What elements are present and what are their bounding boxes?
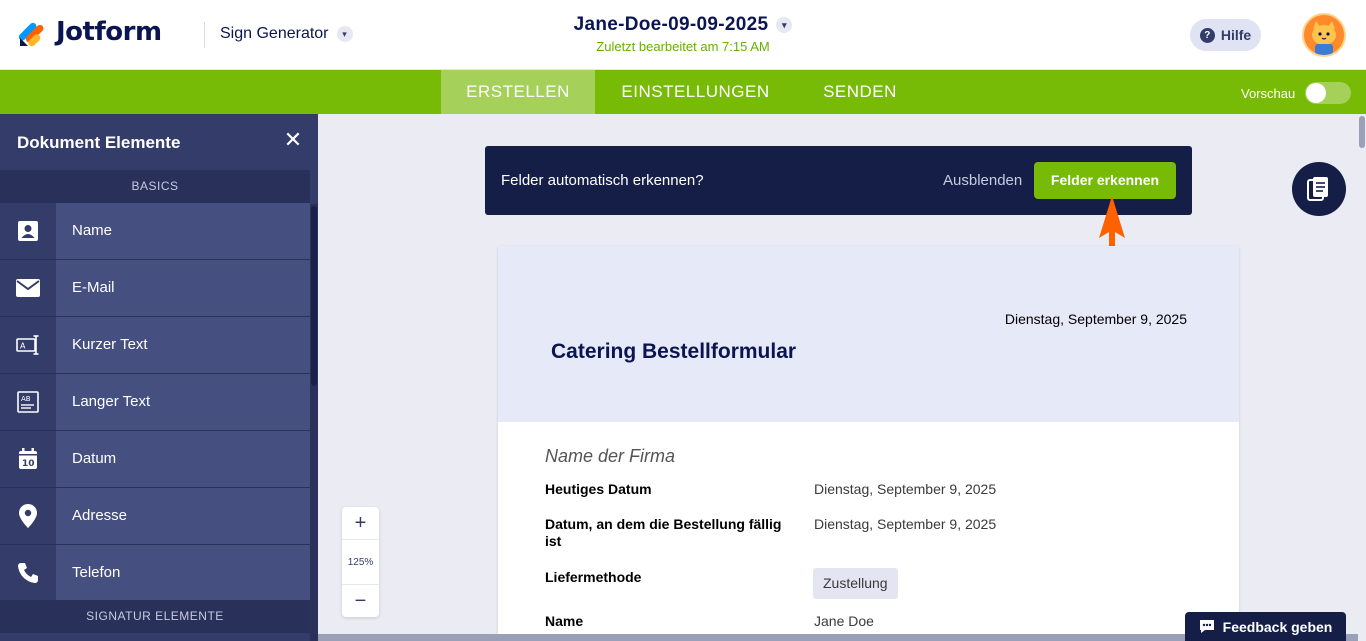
builder-tabs-bar: ERSTELLEN EINSTELLUNGEN SENDEN Vorschau: [0, 70, 1366, 114]
preview-label: Vorschau: [1241, 86, 1296, 101]
detect-fields-button[interactable]: Felder erkennen: [1034, 162, 1176, 199]
tab-einstellungen[interactable]: EINSTELLUNGEN: [605, 70, 786, 114]
svg-text:10: 10: [22, 459, 35, 469]
document-title-area: Jane-Doe-09-09-2025 ▾ Zuletzt bearbeitet…: [0, 14, 1366, 54]
sidebar-item-label: Langer Text: [56, 374, 310, 430]
chevron-down-icon[interactable]: ▾: [776, 17, 793, 33]
envelope-icon: [0, 260, 56, 316]
sidebar-item-date[interactable]: 10 Datum: [0, 431, 310, 488]
copy-icon: [1307, 177, 1328, 201]
main-scrollbar[interactable]: [1358, 114, 1366, 641]
sidebar-item-email[interactable]: E-Mail: [0, 260, 310, 317]
field-value[interactable]: Dienstag, September 9, 2025: [814, 481, 996, 497]
copy-document-button[interactable]: [1292, 162, 1346, 216]
svg-text:A: A: [20, 342, 26, 351]
field-label: Heutiges Datum: [545, 481, 652, 497]
zoom-out-button[interactable]: −: [342, 585, 379, 617]
zoom-level: 125%: [342, 539, 379, 585]
field-label: Liefermethode: [545, 569, 642, 585]
field-value[interactable]: Dienstag, September 9, 2025: [814, 516, 996, 532]
tab-senden[interactable]: SENDEN: [806, 70, 914, 114]
help-button[interactable]: ? Hilfe: [1190, 19, 1261, 51]
sidebar-title: Dokument Elemente: [17, 133, 181, 152]
field-value[interactable]: Jane Doe: [814, 613, 874, 629]
document-canvas: Dienstag, September 9, 2025 Catering Bes…: [498, 246, 1239, 641]
svg-text:AB: AB: [21, 395, 31, 403]
hide-banner-link[interactable]: Ausblenden: [943, 172, 1022, 189]
tab-erstellen[interactable]: ERSTELLEN: [441, 70, 595, 114]
location-pin-icon: [0, 488, 56, 544]
toggle-knob: [1306, 83, 1326, 103]
sidebar-scrollbar-thumb[interactable]: [311, 206, 317, 386]
feedback-icon: [1199, 620, 1214, 633]
field-label: Name: [545, 613, 584, 629]
sidebar-header: Dokument Elemente ✕: [0, 114, 318, 170]
short-text-icon: A: [0, 317, 56, 373]
avatar-cat-icon: [1304, 15, 1344, 55]
zoom-control: + 125% −: [342, 507, 379, 617]
sidebar-item-label: Datum: [56, 431, 310, 487]
sidebar-item-label: Adresse: [56, 488, 310, 544]
auto-detect-banner: Felder automatisch erkennen? Ausblenden …: [485, 146, 1192, 215]
document-title-heading[interactable]: Catering Bestellformular: [551, 340, 796, 364]
sidebar-item-long-text[interactable]: AB Langer Text: [0, 374, 310, 431]
banner-text: Felder automatisch erkennen?: [501, 172, 704, 189]
sidebar-item-phone[interactable]: Telefon: [0, 545, 310, 602]
last-edited-status: Zuletzt bearbeitet am 7:15 AM: [596, 39, 770, 54]
preview-toggle[interactable]: [1305, 82, 1351, 104]
main-scrollbar-thumb[interactable]: [1359, 116, 1365, 148]
sidebar-item-address[interactable]: Adresse: [0, 488, 310, 545]
avatar[interactable]: [1302, 13, 1346, 57]
field-label: Datum, an dem die Bestellung fällig ist: [545, 516, 782, 549]
document-elements-sidebar: Dokument Elemente ✕ BASICS Name E-Mail A…: [0, 114, 318, 641]
sidebar-item-short-text[interactable]: A Kurzer Text: [0, 317, 310, 374]
company-name-placeholder[interactable]: Name der Firma: [545, 446, 675, 467]
delivery-method-chip[interactable]: Zustellung: [813, 568, 898, 599]
document-date[interactable]: Dienstag, September 9, 2025: [1005, 311, 1187, 327]
sidebar-item-label: Telefon: [56, 545, 310, 601]
document-title[interactable]: Jane-Doe-09-09-2025 ▾: [574, 14, 793, 36]
sidebar-item-label: E-Mail: [56, 260, 310, 316]
feedback-label: Feedback geben: [1222, 618, 1333, 635]
section-signature: SIGNATUR ELEMENTE: [0, 600, 310, 633]
sidebar-item-label: Kurzer Text: [56, 317, 310, 373]
close-icon[interactable]: ✕: [282, 129, 304, 151]
document-title-text: Jane-Doe-09-09-2025: [573, 14, 769, 35]
phone-icon: [0, 545, 56, 601]
app-header: Jotform Sign Generator ▾ Jane-Doe-09-09-…: [0, 0, 1366, 70]
zoom-in-button[interactable]: +: [342, 507, 379, 539]
sidebar-item-label: Name: [56, 203, 310, 259]
question-icon: ?: [1199, 27, 1215, 43]
feedback-button[interactable]: Feedback geben: [1185, 612, 1346, 641]
help-button-label: Hilfe: [1220, 27, 1252, 43]
calendar-icon: 10: [0, 431, 56, 487]
document-header[interactable]: Dienstag, September 9, 2025 Catering Bes…: [498, 246, 1239, 422]
sidebar-item-name[interactable]: Name: [0, 203, 310, 260]
long-text-icon: AB: [0, 374, 56, 430]
contact-card-icon: [0, 203, 56, 259]
section-basics: BASICS: [0, 170, 310, 203]
